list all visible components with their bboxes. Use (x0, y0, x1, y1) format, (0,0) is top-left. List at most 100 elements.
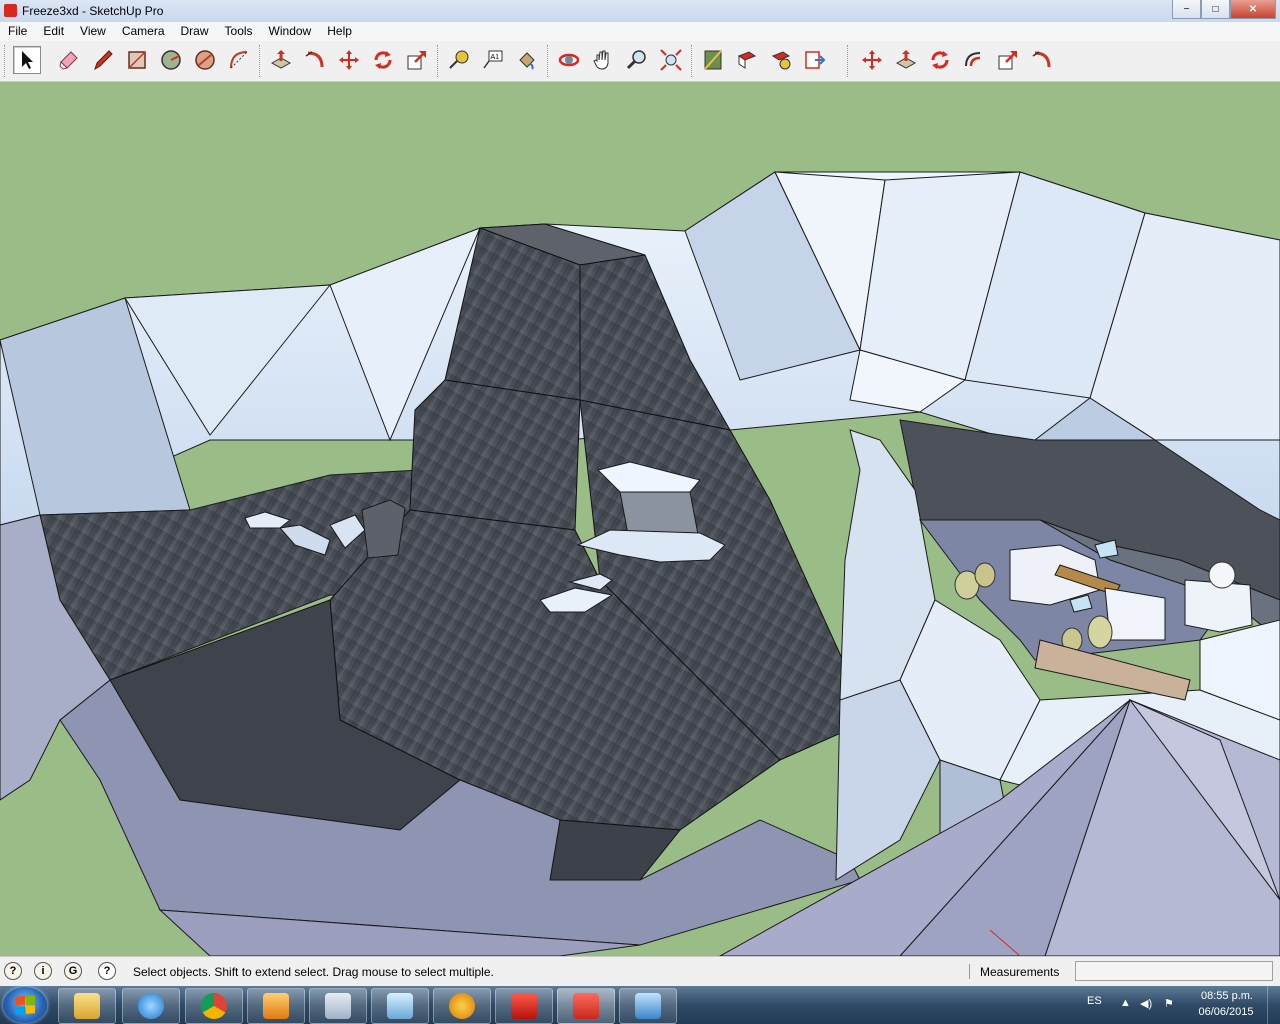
menu-edit[interactable]: Edit (35, 22, 72, 41)
credits-icon[interactable]: i (34, 962, 52, 980)
language-indicator[interactable]: ES (1087, 995, 1102, 1007)
toolbar-grip-2[interactable] (847, 45, 850, 77)
menu-camera[interactable]: Camera (114, 22, 173, 41)
paint-bucket-tool-button[interactable] (513, 46, 541, 74)
minimize-button[interactable]: − (1172, 0, 1201, 19)
taskbar-ie[interactable] (122, 988, 180, 1024)
sketchup-app-icon (4, 4, 17, 17)
tape-measure-tool-button[interactable] (445, 46, 473, 74)
taskbar-control-panel[interactable] (619, 988, 677, 1024)
text-tool-icon: A1 (483, 50, 503, 69)
calculator-icon (325, 993, 351, 1019)
zoom-extents-tool-button[interactable] (657, 46, 685, 74)
geolocation-icon[interactable]: ? (4, 962, 22, 980)
network-flag-icon[interactable]: ⚑ (1164, 997, 1176, 1010)
menu-file[interactable]: File (0, 22, 35, 41)
text-tool-button[interactable]: A1 (479, 46, 507, 74)
get-models-button[interactable] (733, 46, 761, 74)
send-to-layout-button[interactable] (801, 46, 829, 74)
media-player-icon (263, 993, 289, 1019)
paint-bucket-tool-icon (519, 52, 535, 70)
measurements-input[interactable] (1075, 961, 1273, 981)
menu-draw[interactable]: Draw (173, 22, 217, 41)
start-button[interactable] (3, 987, 47, 1023)
follow-me-tool-2-icon (1032, 51, 1051, 68)
zoom-extents-tool-icon (660, 49, 682, 71)
sign-in-icon[interactable]: G (64, 962, 82, 980)
help-icon[interactable]: ? (98, 962, 116, 980)
taskbar-sketchup[interactable] (557, 988, 615, 1024)
svg-text:A1: A1 (491, 54, 500, 61)
polygon-tool-icon (195, 50, 215, 70)
share-model-button[interactable] (767, 46, 795, 74)
menu-tools[interactable]: Tools (217, 22, 261, 41)
eraser-tool-button[interactable] (55, 46, 83, 74)
taskbar-calculator[interactable] (309, 988, 367, 1024)
clock-date[interactable]: 06/06/2015 (1193, 1006, 1259, 1018)
add-location-button[interactable] (699, 46, 727, 74)
move-tool-2-button[interactable] (858, 46, 886, 74)
scale-tool-button[interactable] (403, 46, 431, 74)
show-desktop-button[interactable] (1267, 986, 1280, 1024)
clock-time[interactable]: 08:55 p.m. (1197, 990, 1257, 1002)
toolbar-separator (437, 45, 440, 77)
control-panel-icon (635, 993, 661, 1019)
taskbar-explorer[interactable] (58, 988, 116, 1024)
scale-tool-icon (407, 51, 426, 70)
taskbar-audio[interactable] (433, 988, 491, 1024)
push-pull-tool-button[interactable] (267, 46, 295, 74)
arc-tool-icon (230, 51, 248, 69)
rectangle-tool-button[interactable] (123, 46, 151, 74)
model-viewport[interactable] (0, 82, 1280, 956)
push-pull-tool-2-button[interactable] (892, 46, 920, 74)
main-toolbar: A1 (0, 41, 1280, 82)
measurements-label: Measurements (980, 965, 1060, 979)
select-tool-button[interactable] (13, 46, 41, 74)
taskbar-notepad[interactable] (371, 988, 429, 1024)
scale-tool-2-button[interactable] (994, 46, 1022, 74)
file-explorer-icon (74, 993, 100, 1019)
status-message: Select objects. Shift to extend select. … (133, 965, 494, 979)
map-location-icon (704, 50, 722, 70)
windows-logo-icon (15, 995, 35, 1015)
rotate-tool-icon (374, 51, 392, 69)
menu-help[interactable]: Help (319, 22, 360, 41)
menu-window[interactable]: Window (261, 22, 320, 41)
pencil-tool-button[interactable] (89, 46, 117, 74)
status-bar: ? i G ? Select objects. Shift to extend … (0, 956, 1280, 987)
follow-me-tool-2-button[interactable] (1028, 46, 1056, 74)
close-button[interactable]: ✕ (1230, 0, 1276, 19)
polygon-tool-button[interactable] (191, 46, 219, 74)
pan-tool-icon (593, 50, 609, 70)
window-title: Freeze3xd - SketchUp Pro (22, 4, 164, 18)
toolbar-separator (547, 45, 550, 77)
show-hidden-icons-icon[interactable]: ▲ (1120, 997, 1132, 1009)
toolbar-separator (259, 45, 262, 77)
adobe-reader-icon (511, 993, 537, 1019)
maximize-button[interactable]: □ (1201, 0, 1230, 19)
zoom-tool-button[interactable] (623, 46, 651, 74)
tape-measure-tool-icon (449, 50, 469, 69)
toolbar-separator (691, 45, 694, 77)
rotate-tool-2-button[interactable] (926, 46, 954, 74)
rotate-tool-button[interactable] (369, 46, 397, 74)
push-pull-tool-2-icon (895, 50, 917, 69)
sketchup-icon (573, 993, 599, 1019)
model-scene[interactable] (0, 82, 1280, 956)
toolbar-grip[interactable] (4, 45, 7, 77)
pan-tool-button[interactable] (589, 46, 617, 74)
audio-editor-icon (449, 993, 475, 1019)
move-tool-icon (339, 50, 359, 70)
arc-tool-button[interactable] (225, 46, 253, 74)
taskbar-reader[interactable] (495, 988, 553, 1024)
circle-tool-button[interactable] (157, 46, 185, 74)
move-tool-button[interactable] (335, 46, 363, 74)
taskbar-chrome[interactable] (185, 988, 243, 1024)
push-pull-tool-icon (270, 50, 292, 69)
orbit-tool-button[interactable] (555, 46, 583, 74)
menu-view[interactable]: View (72, 22, 114, 41)
volume-icon[interactable]: ◀) (1140, 997, 1152, 1010)
offset-tool-button[interactable] (960, 46, 988, 74)
follow-me-tool-button[interactable] (301, 46, 329, 74)
taskbar-media[interactable] (247, 988, 305, 1024)
